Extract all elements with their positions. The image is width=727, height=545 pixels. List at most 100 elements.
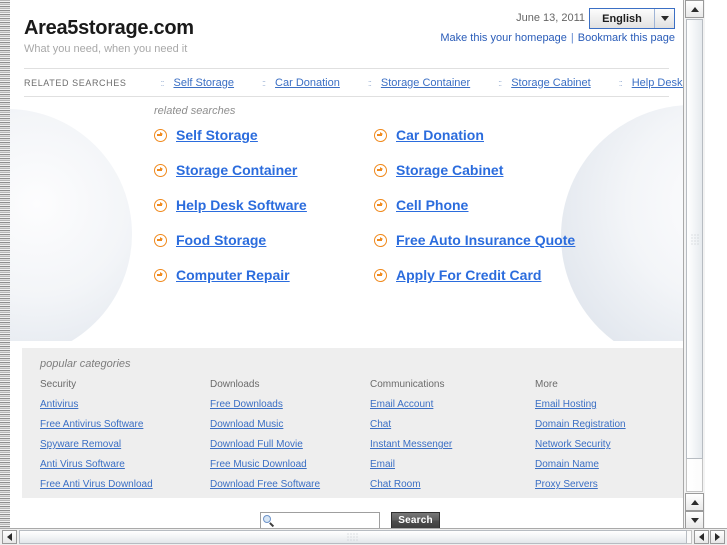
- category-link-free-music-download[interactable]: Free Music Download: [210, 459, 370, 470]
- popular-categories-heading: popular categories: [40, 358, 131, 370]
- related-search-help-desk-software[interactable]: Help Desk Software: [154, 197, 374, 213]
- vertical-scrollbar-thumb[interactable]: [686, 19, 703, 459]
- search-field-wrapper[interactable]: [260, 512, 380, 529]
- related-search-label: Car Donation: [396, 127, 484, 143]
- category-link-free-antivirus-software[interactable]: Free Antivirus Software: [40, 419, 210, 430]
- related-search-free-auto-insurance-quote[interactable]: Free Auto Insurance Quote: [374, 232, 594, 248]
- horizontal-scrollbar[interactable]: [0, 528, 727, 545]
- arrow-circle-icon: [154, 198, 167, 212]
- chevron-up-icon: [690, 6, 699, 12]
- category-link-network-security[interactable]: Network Security: [535, 439, 705, 450]
- arrow-circle-icon: [154, 268, 167, 282]
- related-search-label: Cell Phone: [396, 197, 469, 213]
- navbar-separator: [619, 78, 622, 88]
- arrow-circle-icon: [374, 128, 387, 142]
- scrollbar-grip-icon: [346, 532, 360, 542]
- related-search-label: Food Storage: [176, 232, 267, 248]
- category-link-email[interactable]: Email: [370, 459, 535, 470]
- scroll-left-button-secondary[interactable]: [694, 530, 709, 544]
- category-title: More: [535, 379, 558, 390]
- category-link-domain-registration[interactable]: Domain Registration: [535, 419, 705, 430]
- scroll-down-button[interactable]: [685, 511, 704, 529]
- bookmark-page-link[interactable]: Bookmark this page: [578, 32, 675, 44]
- scroll-left-button[interactable]: [2, 530, 17, 544]
- navbar-separator: [160, 78, 163, 88]
- related-searches-navbar: RELATED SEARCHES Self Storage Car Donati…: [24, 68, 705, 97]
- related-search-storage-container[interactable]: Storage Container: [154, 162, 374, 178]
- arrow-circle-icon: [374, 163, 387, 177]
- navbar-item-self-storage[interactable]: Self Storage: [173, 77, 234, 89]
- related-search-food-storage[interactable]: Food Storage: [154, 232, 374, 248]
- related-searches-heading: related searches: [154, 105, 236, 117]
- category-title: Downloads: [210, 379, 260, 390]
- category-link-download-music[interactable]: Download Music: [210, 419, 370, 430]
- arrow-circle-icon: [154, 233, 167, 247]
- header-link-divider: |: [570, 32, 574, 44]
- category-link-instant-messenger[interactable]: Instant Messenger: [370, 439, 535, 450]
- page-content: Area5storage.com What you need, when you…: [10, 0, 705, 530]
- related-search-computer-repair[interactable]: Computer Repair: [154, 267, 374, 283]
- scroll-up-button-secondary[interactable]: [685, 493, 704, 511]
- chevron-down-icon[interactable]: [654, 9, 674, 28]
- chevron-left-icon: [699, 533, 704, 541]
- current-date: June 13, 2011: [516, 12, 585, 24]
- category-link-free-anti-virus-download[interactable]: Free Anti Virus Download: [40, 479, 210, 490]
- scroll-right-button[interactable]: [710, 530, 725, 544]
- category-link-domain-name[interactable]: Domain Name: [535, 459, 705, 470]
- related-search-storage-cabinet[interactable]: Storage Cabinet: [374, 162, 594, 178]
- category-link-chat[interactable]: Chat: [370, 419, 535, 430]
- make-homepage-link[interactable]: Make this your homepage: [440, 32, 567, 44]
- window-left-edge: [0, 0, 10, 530]
- popular-categories-panel: popular categories Security Antivirus Fr…: [22, 348, 698, 498]
- decorative-circle-left: [10, 109, 132, 341]
- scroll-up-button[interactable]: [685, 0, 704, 18]
- popular-categories-columns: Security Antivirus Free Antivirus Softwa…: [40, 379, 680, 499]
- navbar-items: Self Storage Car Donation Storage Contai…: [160, 77, 705, 89]
- category-link-download-full-movie[interactable]: Download Full Movie: [210, 439, 370, 450]
- related-search-label: Free Auto Insurance Quote: [396, 232, 576, 248]
- related-searches-grid: Self Storage Car Donation Storage Contai…: [154, 127, 654, 283]
- site-header: Area5storage.com What you need, when you…: [10, 0, 683, 68]
- related-search-self-storage[interactable]: Self Storage: [154, 127, 374, 143]
- language-select-value: English: [602, 12, 642, 25]
- category-title: Communications: [370, 379, 445, 390]
- related-search-cell-phone[interactable]: Cell Phone: [374, 197, 594, 213]
- navbar-separator: [498, 78, 501, 88]
- category-column-downloads: Downloads Free Downloads Download Music …: [210, 379, 370, 499]
- category-link-antivirus[interactable]: Antivirus: [40, 399, 210, 410]
- category-column-communications: Communications Email Account Chat Instan…: [370, 379, 535, 499]
- related-search-apply-for-credit-card[interactable]: Apply For Credit Card: [374, 267, 594, 283]
- arrow-circle-icon: [154, 163, 167, 177]
- navbar-item-car-donation[interactable]: Car Donation: [275, 77, 340, 89]
- related-search-car-donation[interactable]: Car Donation: [374, 127, 594, 143]
- category-link-download-free-software[interactable]: Download Free Software: [210, 479, 370, 490]
- category-link-anti-virus-software[interactable]: Anti Virus Software: [40, 459, 210, 470]
- arrow-circle-icon: [374, 198, 387, 212]
- horizontal-scrollbar-thumb[interactable]: [19, 530, 687, 544]
- page-title: Area5storage.com: [24, 17, 194, 39]
- navbar-separator: [262, 78, 265, 88]
- chevron-up-icon: [690, 499, 699, 505]
- related-searches-section: related searches Self Storage Car Donati…: [10, 97, 683, 341]
- navbar-separator: [368, 78, 371, 88]
- navbar-item-storage-cabinet[interactable]: Storage Cabinet: [511, 77, 591, 89]
- related-search-label: Apply For Credit Card: [396, 267, 542, 283]
- category-link-email-account[interactable]: Email Account: [370, 399, 535, 410]
- related-search-label: Help Desk Software: [176, 197, 307, 213]
- category-link-free-downloads[interactable]: Free Downloads: [210, 399, 370, 410]
- related-search-label: Computer Repair: [176, 267, 290, 283]
- category-column-more: More Email Hosting Domain Registration N…: [535, 379, 705, 499]
- search-button[interactable]: Search: [391, 512, 440, 529]
- category-link-email-hosting[interactable]: Email Hosting: [535, 399, 705, 410]
- browser-viewport: Area5storage.com What you need, when you…: [0, 0, 727, 545]
- category-link-chat-room[interactable]: Chat Room: [370, 479, 535, 490]
- search-input[interactable]: [277, 514, 379, 527]
- category-link-proxy-servers[interactable]: Proxy Servers: [535, 479, 705, 490]
- arrow-circle-icon: [374, 233, 387, 247]
- chevron-right-icon: [715, 533, 720, 541]
- category-title: Security: [40, 379, 77, 390]
- navbar-item-storage-container[interactable]: Storage Container: [381, 77, 470, 89]
- category-link-spyware-removal[interactable]: Spyware Removal: [40, 439, 210, 450]
- language-select[interactable]: English: [589, 8, 675, 29]
- vertical-scrollbar[interactable]: [683, 0, 705, 530]
